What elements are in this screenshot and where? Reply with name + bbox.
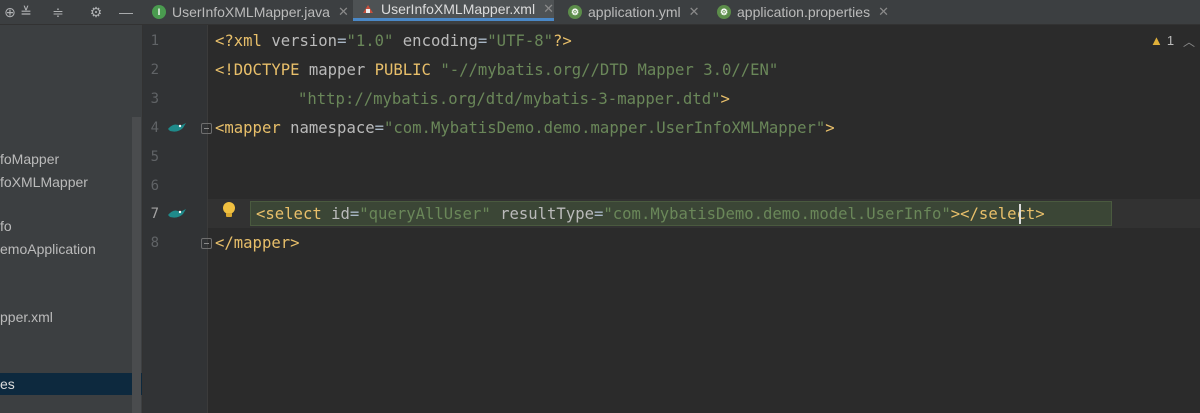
project-panel: foMapper foXMLMapper fo emoApplication p… bbox=[0, 25, 142, 413]
tree-item[interactable]: foMapper bbox=[0, 148, 59, 170]
code-token: <!DOCTYPE bbox=[215, 61, 309, 79]
line-number: 5 bbox=[150, 149, 159, 165]
code-token: ?> bbox=[553, 32, 572, 50]
line-number: 2 bbox=[150, 62, 159, 78]
code-token: > bbox=[825, 119, 835, 137]
code-token: "com.MybatisDemo.demo.model.UserInfo" bbox=[603, 205, 951, 223]
code-token: <select bbox=[256, 205, 332, 223]
line-number: 6 bbox=[150, 178, 159, 194]
tab-userinfo-xml[interactable]: UserInfoXMLMapper.xml ✕ bbox=[353, 0, 554, 21]
inspection-widget[interactable]: ▲ 1 bbox=[1150, 33, 1174, 48]
code-token: <mapper bbox=[215, 119, 291, 137]
code-token: "http://mybatis.org/dtd/mybatis-3-mapper… bbox=[298, 90, 721, 108]
close-icon[interactable]: ✕ bbox=[338, 4, 349, 20]
tab-label: UserInfoXMLMapper.java bbox=[172, 4, 330, 20]
code-line: <mapper namespace="com.MybatisDemo.demo.… bbox=[215, 114, 835, 143]
tab-bar: ⊕ ≚ ≑ ⚙ — I UserInfoXMLMapper.java ✕ Use… bbox=[0, 0, 1200, 25]
code-token: > bbox=[720, 90, 730, 108]
tree-item[interactable]: fo bbox=[0, 215, 12, 237]
code-token: namespace bbox=[290, 119, 375, 137]
tab-application-properties[interactable]: ⚙ application.properties ✕ bbox=[717, 0, 907, 24]
mybatis-xml-icon bbox=[361, 2, 375, 16]
warning-icon: ▲ bbox=[1150, 33, 1163, 48]
code-token: resultType bbox=[490, 205, 594, 223]
tree-item[interactable]: pper.xml bbox=[0, 306, 53, 328]
mybatis-navigate-icon[interactable] bbox=[166, 206, 188, 220]
tree-item-selected[interactable]: es bbox=[0, 373, 142, 395]
code-line: <select id="queryAllUser" resultType="co… bbox=[256, 200, 1045, 229]
warning-count: 1 bbox=[1166, 33, 1175, 48]
code-token: "1.0" bbox=[346, 32, 394, 50]
tab-label: UserInfoXMLMapper.xml bbox=[381, 1, 536, 17]
tree-item[interactable]: foXMLMapper bbox=[0, 171, 88, 193]
code-editor[interactable]: <?xml version="1.0" encoding="UTF-8"?> <… bbox=[208, 25, 1200, 413]
line-number: 1 bbox=[150, 33, 159, 49]
code-token: version bbox=[271, 32, 338, 50]
spring-config-icon: ⚙ bbox=[568, 5, 582, 19]
line-number: 7 bbox=[150, 206, 159, 222]
tab-userinfo-java[interactable]: I UserInfoXMLMapper.java ✕ bbox=[152, 0, 352, 24]
tree-item[interactable]: emoApplication bbox=[0, 238, 96, 260]
code-token: "UTF-8" bbox=[487, 32, 554, 50]
tab-label: application.properties bbox=[737, 4, 871, 20]
code-line: <!DOCTYPE mapper PUBLIC "-//mybatis.org/… bbox=[215, 56, 778, 85]
code-token: xml bbox=[233, 32, 272, 50]
minimize-icon[interactable]: — bbox=[116, 2, 136, 22]
code-token: "-//mybatis.org//DTD Mapper 3.0//EN" bbox=[440, 61, 779, 79]
expand-icon[interactable]: ≑ bbox=[48, 2, 68, 22]
code-token: <? bbox=[215, 32, 234, 50]
code-line: </mapper> bbox=[215, 229, 300, 258]
code-token: = bbox=[594, 205, 604, 223]
close-icon[interactable]: ✕ bbox=[689, 4, 700, 20]
tab-application-yml[interactable]: ⚙ application.yml ✕ bbox=[568, 0, 713, 24]
spring-config-icon: ⚙ bbox=[717, 5, 731, 19]
tab-label: application.yml bbox=[588, 4, 681, 20]
code-token: > bbox=[950, 205, 961, 223]
scrollbar[interactable] bbox=[132, 117, 141, 413]
code-token: PUBLIC bbox=[374, 61, 441, 79]
line-number: 4 bbox=[150, 120, 159, 136]
java-interface-icon: I bbox=[152, 5, 166, 19]
line-number: 8 bbox=[150, 235, 159, 251]
chevron-up-icon[interactable]: ︿ bbox=[1183, 33, 1195, 50]
code-token: </mapper> bbox=[215, 234, 300, 252]
mybatis-navigate-icon[interactable] bbox=[166, 120, 188, 134]
close-icon[interactable]: ✕ bbox=[543, 1, 554, 17]
code-token: "com.MybatisDemo.demo.mapper.UserInfoXML… bbox=[384, 119, 826, 137]
code-token: = bbox=[374, 119, 384, 137]
code-token: mapper bbox=[308, 61, 375, 79]
code-token: id bbox=[331, 205, 350, 223]
code-token: = bbox=[477, 32, 488, 50]
collapse-icon[interactable]: ≚ bbox=[16, 2, 36, 22]
text-caret bbox=[1019, 204, 1021, 224]
gear-icon[interactable]: ⚙ bbox=[86, 2, 106, 22]
code-token: "queryAllUser" bbox=[359, 205, 491, 223]
code-token: </select> bbox=[960, 205, 1045, 223]
code-token: = bbox=[349, 205, 360, 223]
line-number: 3 bbox=[150, 91, 159, 107]
code-token: encoding bbox=[393, 32, 478, 50]
close-icon[interactable]: ✕ bbox=[878, 4, 889, 20]
code-line: "http://mybatis.org/dtd/mybatis-3-mapper… bbox=[298, 85, 730, 114]
code-line: <?xml version="1.0" encoding="UTF-8"?> bbox=[215, 27, 572, 56]
